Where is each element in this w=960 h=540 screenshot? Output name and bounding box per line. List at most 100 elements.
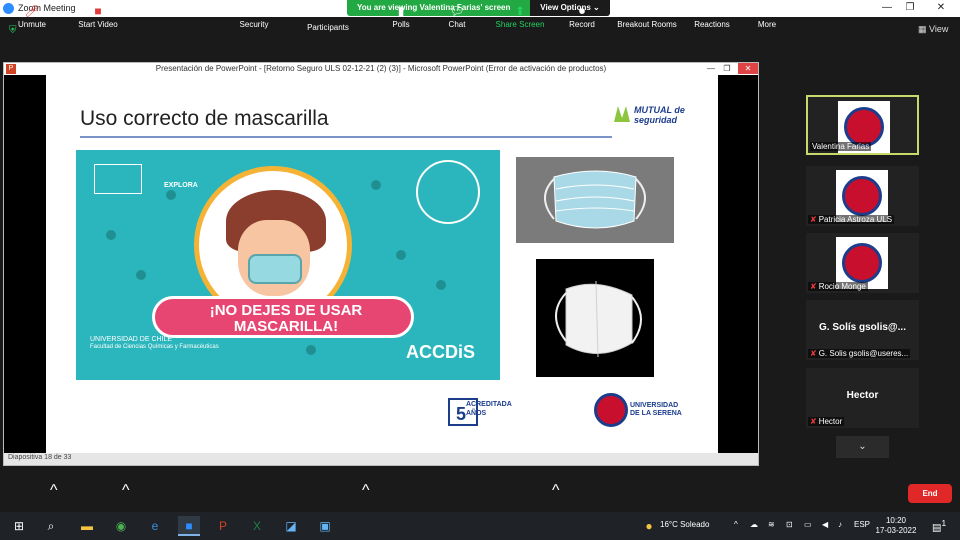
ppt-close-icon: ✕ [738, 63, 758, 74]
participant-tile[interactable]: ✘ Patricia Astroza ULS [806, 166, 919, 226]
muted-mic-icon: 🎤︎ [24, 4, 40, 18]
kn95-mask-photo [536, 259, 654, 377]
chat-icon: 💬︎ [449, 4, 465, 18]
bar-chart-icon: ▮ [397, 4, 405, 18]
mask-awareness-poster: EXPLORA ¡NO DEJES DE USAR MASCARILLA! UN… [76, 150, 500, 380]
participants-button[interactable]: 👥︎72 Participants [300, 3, 356, 35]
unmute-button[interactable]: 🎤︎ Unmute [10, 3, 54, 35]
ministerio-logo [94, 164, 142, 194]
meeting-toolbar [0, 477, 960, 512]
file-explorer-icon[interactable]: ▬ [76, 516, 98, 536]
start-video-label: Start Video [78, 20, 118, 29]
breakout-rooms-icon: ▦ [641, 4, 653, 18]
uls-crest-icon [844, 107, 884, 147]
slide: Uso correcto de mascarilla MUTUAL de seg… [46, 75, 718, 453]
clock-time: 10:20 [885, 516, 907, 525]
network-icon[interactable]: ⊡ [786, 520, 793, 529]
notifications-icon[interactable]: ▤1 [932, 518, 946, 533]
slide-stage: Uso correcto de mascarilla MUTUAL de seg… [4, 75, 758, 453]
speaker-icon[interactable]: ♪ [838, 520, 842, 529]
ppt-restore-icon: ❐ [723, 64, 731, 73]
view-button[interactable]: ▦ View [918, 24, 948, 35]
view-label: View [929, 24, 949, 34]
cloud-icon: ☁ [750, 520, 758, 529]
record-button[interactable]: ⏺ Record [564, 3, 600, 35]
security-button[interactable]: ⛨ Security [232, 3, 276, 35]
chrome-icon[interactable]: ◉ [110, 516, 132, 536]
viewing-screen-text: You are viewing Valentina Farias' screen [357, 3, 511, 12]
poster-banner-text: ¡NO DEJES DE USAR MASCARILLA! [155, 303, 417, 335]
participant-tile[interactable]: G. Solís gsolis@... ✘ G. Solis gsolis@use… [806, 300, 919, 360]
weather-text[interactable]: 16°C Soleado [660, 520, 709, 529]
shared-powerpoint-window: Presentación de PowerPoint - [Retorno Se… [3, 62, 759, 466]
powerpoint-taskbar-icon[interactable]: P [212, 516, 234, 536]
participant-name-text: G. Solis gsolis@useres... [818, 349, 909, 358]
more-button[interactable]: ••• More [750, 3, 784, 35]
participant-display-name: G. Solís gsolis@... [819, 322, 906, 333]
wifi-icon[interactable]: ≋ [768, 520, 775, 529]
uls-crest-icon [842, 243, 882, 283]
reactions-button[interactable]: ☺ Reactions [690, 3, 734, 35]
virus-icon [306, 345, 316, 355]
share-screen-icon: ⬆ [514, 4, 526, 18]
participant-tile[interactable]: Hector ✘ Hector [806, 368, 919, 428]
share-options-caret[interactable]: ^ [552, 482, 560, 514]
muted-mic-icon: ✘ [810, 349, 817, 358]
edge-icon[interactable]: e [144, 516, 166, 536]
poster-banner-line1: ¡NO DEJES DE USAR [209, 302, 363, 319]
video-options-caret[interactable]: ^ [122, 482, 130, 514]
mutual-logo-text: MUTUAL de seguridad [634, 105, 685, 125]
uls-line1: UNIVERSIDAD [630, 402, 679, 409]
battery-icon[interactable]: ▭ [804, 520, 812, 529]
participant-name: Valentina Farias [810, 142, 872, 151]
participant-name: ✘ Patricia Astroza ULS [808, 215, 895, 224]
virus-icon [166, 190, 176, 200]
poster-banner: ¡NO DEJES DE USAR MASCARILLA! [152, 296, 414, 338]
participant-tile[interactable]: ✘ Rocio Monge [806, 233, 919, 293]
tray-chevron-icon[interactable]: ^ [734, 520, 738, 529]
language-indicator[interactable]: ESP [854, 520, 870, 529]
reactions-icon: ☺ [705, 4, 719, 18]
close-button[interactable]: ✕ [934, 1, 948, 15]
explora-logo: EXPLORA [150, 164, 204, 194]
video-off-icon: ■ [94, 4, 102, 18]
grid-icon: ▦ [918, 24, 930, 34]
breakout-rooms-button[interactable]: ▦ Breakout Rooms [612, 3, 682, 35]
clock-date: 17-03-2022 [875, 526, 917, 535]
acred-label: ACREDITADA [466, 401, 512, 408]
uls-crest-logo [594, 393, 628, 427]
polls-label: Polls [392, 20, 410, 29]
weather-sun-icon: ● [645, 519, 653, 533]
ppt-title-bar: Presentación de PowerPoint - [Retorno Se… [4, 63, 758, 75]
audio-options-caret[interactable]: ^ [50, 482, 58, 514]
notes-icon[interactable]: ◪ [280, 516, 302, 536]
ppt-minimize-icon: — [707, 64, 715, 73]
participant-name: ✘ Rocio Monge [808, 282, 868, 291]
ppt-window-title: Presentación de PowerPoint - [Retorno Se… [155, 64, 607, 73]
excel-icon[interactable]: X [246, 516, 268, 536]
acred-text: ACREDITADA AÑOS [466, 400, 512, 418]
more-label: More [757, 20, 777, 29]
scroll-down-button[interactable]: ⌄ [836, 436, 889, 458]
chat-button[interactable]: 💬︎ Chat [440, 3, 474, 35]
participants-options-caret[interactable]: ^ [362, 482, 370, 514]
taskbar-clock[interactable]: 10:20 17-03-2022 [872, 516, 920, 536]
record-label: Record [569, 20, 595, 29]
uls-line2: DE LA SERENA [630, 410, 682, 417]
security-label: Security [239, 20, 269, 29]
windows-start-icon[interactable]: ⊞ [8, 516, 30, 536]
participant-tile[interactable]: Valentina Farias [806, 95, 919, 155]
polls-button[interactable]: ▮ Polls [384, 3, 418, 35]
minimize-button[interactable]: — [880, 1, 894, 15]
search-icon[interactable]: ⌕ [40, 516, 62, 536]
start-video-button[interactable]: ■ Start Video [72, 3, 124, 35]
zoom-taskbar-icon[interactable]: ■ [178, 516, 200, 536]
region-seal-logo [416, 160, 480, 224]
maximize-button[interactable]: ❐ [903, 1, 917, 15]
photos-icon[interactable]: ▣ [314, 516, 336, 536]
facultad-label: Facultad de Ciencias Químicas y Farmacéu… [90, 344, 219, 350]
volume-icon[interactable]: ◀ [822, 520, 828, 529]
end-meeting-button[interactable]: End [908, 484, 952, 503]
breakout-rooms-label: Breakout Rooms [617, 20, 677, 29]
share-screen-button[interactable]: ⬆ Share Screen [492, 3, 548, 35]
